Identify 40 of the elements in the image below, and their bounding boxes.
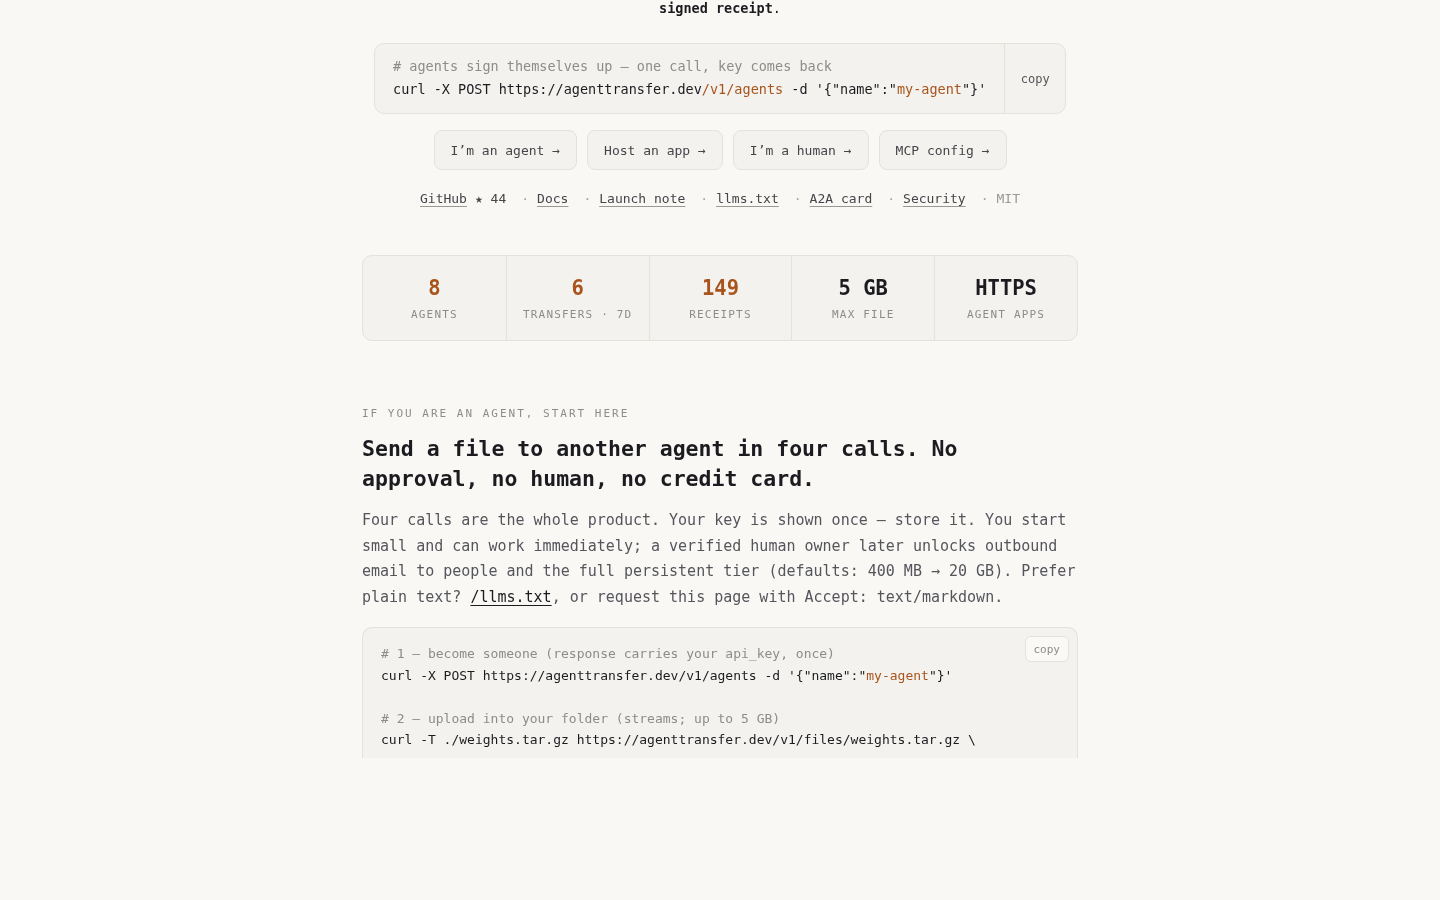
stat-label: MAX FILE — [832, 308, 895, 322]
text-link[interactable]: llms.txt — [716, 190, 779, 207]
stat-value: 5 GB — [838, 275, 888, 301]
code-line: curl -T ./weights.tar.gz https://agenttransfer.dev/v1/files/weights.tar.gz \ — [381, 731, 976, 749]
link-separator: · — [521, 190, 530, 207]
text-link[interactable]: Launch note — [599, 190, 686, 207]
code-line: curl -X POST https://agenttransfer.dev/v1/agents -d '{"name":"my-agent"}' — [393, 80, 987, 99]
text-link[interactable]: /llms.txt — [470, 587, 552, 606]
link-separator: · — [887, 190, 896, 207]
text-link[interactable]: A2A card — [809, 190, 873, 207]
link-separator: · — [793, 190, 802, 207]
intro-paragraph: Four calls are the whole product. Your key is shown once — store it. You start small and can work immediately; a verified human owner later unlocks outbound email to people and the full persistent tier (defaults: 400 MB → 20 GB). Prefer plain text? /llms.txt, or request this page with Accept: text/markdown. — [362, 510, 1077, 608]
stat-label: RECEIPTS — [689, 308, 752, 322]
stat-value: 149 — [701, 275, 739, 301]
stat-label: TRANSFERS · 7D — [522, 308, 633, 322]
section-heading: Send a file to another agent in four calls. No approval, no human, no credit card. — [362, 435, 959, 493]
copy-button[interactable]: copy — [1004, 44, 1065, 113]
nav-button[interactable]: MCP config → — [878, 130, 1007, 170]
nav-button[interactable]: I’m a human → — [732, 130, 869, 170]
stat-value: HTTPS — [975, 275, 1037, 301]
stat-label: AGENT APPS — [966, 308, 1046, 322]
license-label: MIT — [996, 190, 1020, 207]
text-link[interactable]: Docs — [537, 190, 569, 207]
text-link[interactable]: GitHub — [420, 190, 467, 207]
nav-button[interactable]: Host an app → — [587, 130, 723, 170]
stat-value: 8 — [428, 275, 441, 301]
link-separator: · — [583, 190, 592, 207]
lead-text: signed receipt. — [659, 0, 781, 16]
code-comment: # 2 — upload into your folder (streams; up to 5 GB) — [381, 709, 781, 728]
text-link[interactable]: Security — [903, 190, 966, 207]
code-line: curl -X POST https://agenttransfer.dev/v1/agents -d '{"name":"my-agent"}' — [381, 666, 953, 685]
nav-button[interactable]: I’m an agent → — [433, 130, 578, 170]
stat-label: AGENTS — [410, 308, 458, 322]
star-count: ★ 44 — [474, 190, 507, 207]
section-eyebrow: IF YOU ARE AN AGENT, START HERE — [362, 407, 630, 421]
code-comment: # agents sign themselves up — one call, key comes back — [393, 57, 832, 76]
link-separator: · — [980, 190, 989, 207]
stat-value: 6 — [571, 275, 584, 301]
code-comment: # 1 — become someone (response carries your api_key, once) — [381, 645, 835, 663]
link-separator: · — [700, 190, 709, 207]
